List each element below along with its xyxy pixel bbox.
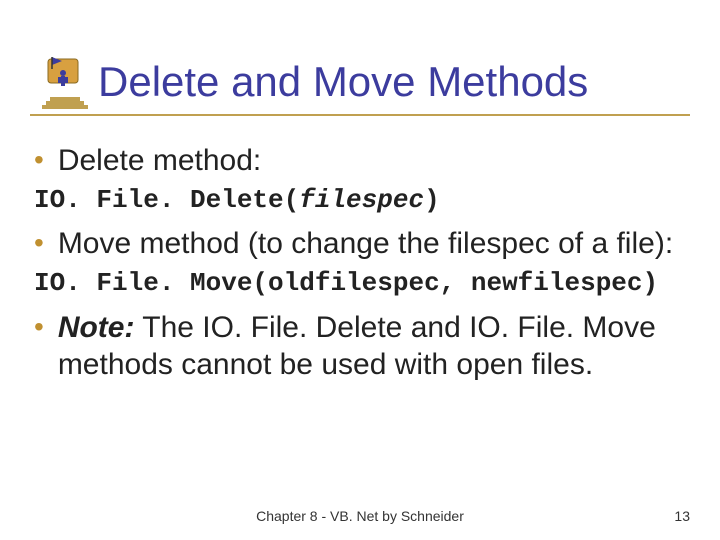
bullet-dot-icon: •	[34, 309, 44, 345]
note-label: Note:	[58, 311, 135, 344]
code-text: IO. File. Delete(	[34, 185, 299, 215]
slide-content: • Delete method: IO. File. Delete(filesp…	[0, 116, 720, 384]
logo-icon	[40, 55, 90, 110]
slide-header: Delete and Move Methods	[0, 0, 720, 106]
bullet-move-method: • Move method (to change the filespec of…	[34, 225, 686, 263]
code-text: )	[424, 185, 440, 215]
note-text: The IO. File. Delete and IO. File. Move …	[58, 311, 656, 382]
page-number: 13	[674, 508, 690, 524]
footer-text: Chapter 8 - VB. Net by Schneider	[0, 508, 720, 524]
bullet-dot-icon: •	[34, 142, 44, 178]
bullet-dot-icon: •	[34, 225, 44, 261]
bullet-note: • Note: The IO. File. Delete and IO. Fil…	[34, 309, 686, 384]
bullet-text: Move method (to change the filespec of a…	[58, 225, 673, 263]
code-delete: IO. File. Delete(filespec)	[34, 184, 686, 218]
code-param: filespec	[299, 185, 424, 215]
bullet-text: Note: The IO. File. Delete and IO. File.…	[58, 309, 686, 384]
bullet-text: Delete method:	[58, 142, 261, 180]
slide: Delete and Move Methods • Delete method:…	[0, 0, 720, 540]
slide-title: Delete and Move Methods	[98, 58, 690, 106]
code-move: IO. File. Move(oldfilespec, newfilespec)	[34, 267, 686, 301]
bullet-delete-method: • Delete method:	[34, 142, 686, 180]
